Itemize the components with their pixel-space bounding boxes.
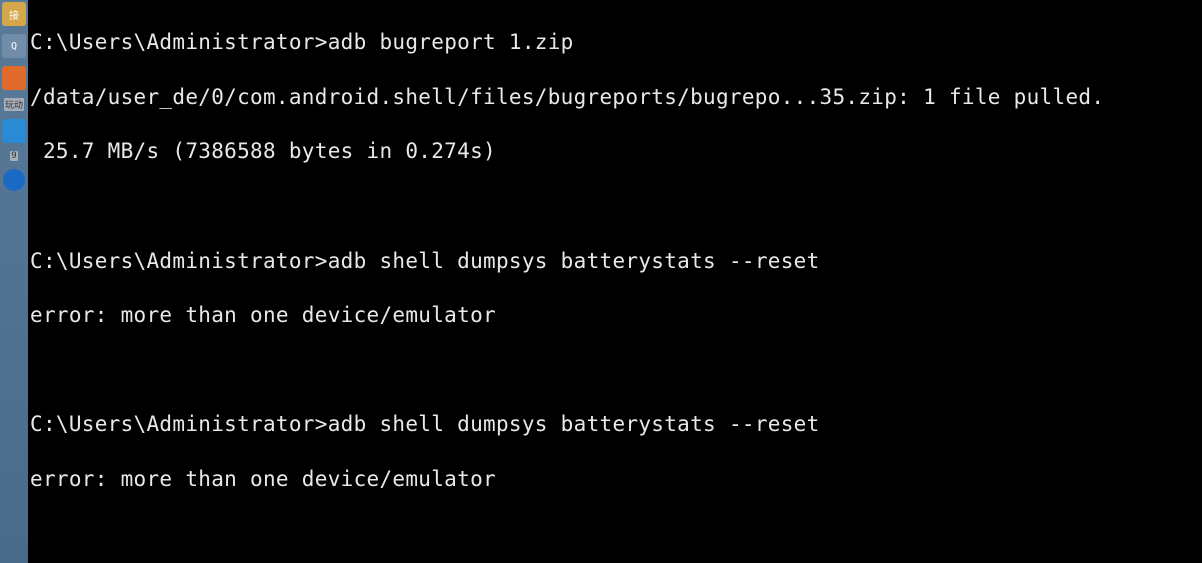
terminal-blank — [30, 357, 1202, 384]
terminal-output: error: more than one device/emulator — [30, 466, 1202, 493]
terminal-line: C:\Users\Administrator>adb bugreport 1.z… — [30, 29, 1202, 56]
taskbar-item-q[interactable]: Q — [2, 34, 26, 58]
prompt: C:\Users\Administrator> — [30, 30, 328, 54]
command-text: adb shell dumpsys batterystats --reset — [328, 249, 820, 273]
command-prompt-terminal[interactable]: C:\Users\Administrator>adb bugreport 1.z… — [28, 0, 1202, 563]
desktop-taskbar: 接 Q 玩动 9 — [0, 0, 28, 563]
taskbar-item-0[interactable]: 接 — [2, 2, 26, 26]
taskbar-item-circle[interactable] — [3, 169, 25, 191]
taskbar-label-5: 9 — [10, 151, 17, 161]
terminal-line: C:\Users\Administrator>adb shell dumpsys… — [30, 411, 1202, 438]
prompt: C:\Users\Administrator> — [30, 412, 328, 436]
taskbar-item-4[interactable] — [2, 119, 26, 143]
terminal-blank — [30, 521, 1202, 548]
taskbar-item-2[interactable] — [2, 66, 26, 90]
terminal-blank — [30, 193, 1202, 220]
command-text: adb bugreport 1.zip — [328, 30, 574, 54]
taskbar-label-3: 玩动 — [4, 98, 24, 111]
terminal-output: /data/user_de/0/com.android.shell/files/… — [30, 84, 1202, 111]
terminal-output: error: more than one device/emulator — [30, 302, 1202, 329]
prompt: C:\Users\Administrator> — [30, 249, 328, 273]
terminal-output: 25.7 MB/s (7386588 bytes in 0.274s) — [30, 138, 1202, 165]
terminal-line: C:\Users\Administrator>adb shell dumpsys… — [30, 248, 1202, 275]
command-text: adb shell dumpsys batterystats --reset — [328, 412, 820, 436]
